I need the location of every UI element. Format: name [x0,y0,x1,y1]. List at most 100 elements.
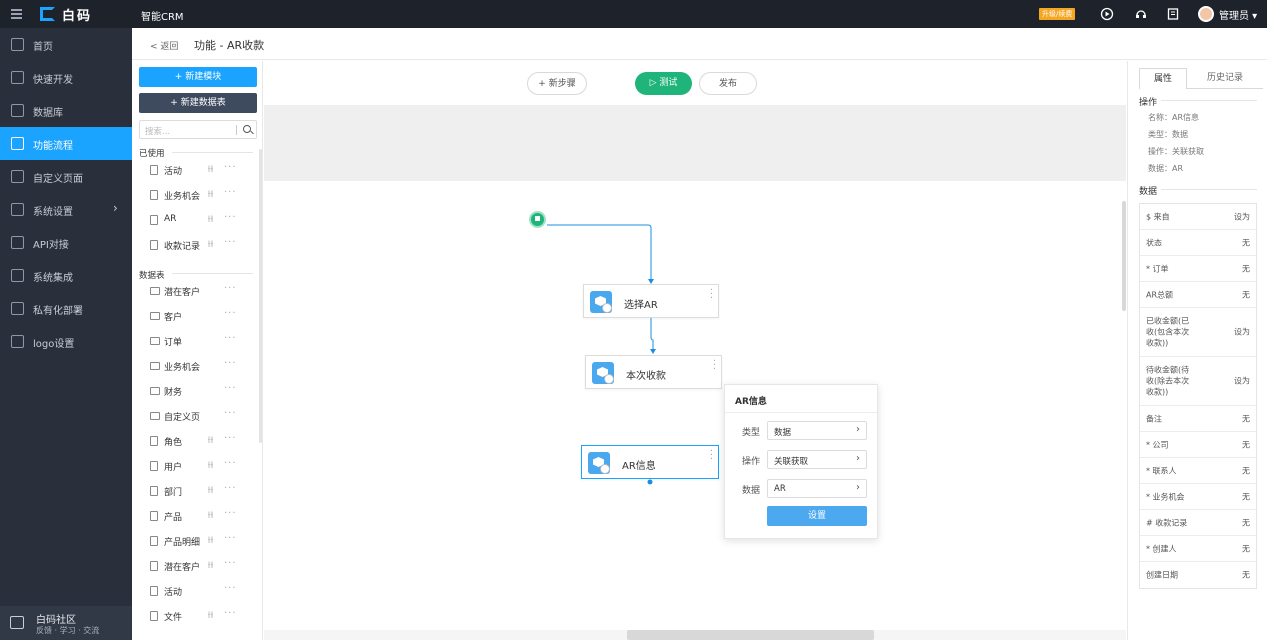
field-value[interactable]: 无 [1242,263,1250,274]
field-value[interactable]: 无 [1242,439,1250,450]
avatar[interactable] [1198,6,1214,22]
field-value[interactable]: 无 [1242,289,1250,300]
list-item[interactable]: AR ⫲⫲ ··· [150,211,255,229]
tune-icon[interactable]: ⫲⫲ [208,435,213,445]
more-icon[interactable]: ··· [224,358,237,369]
user-menu[interactable]: 管理员 ▾ [1198,6,1257,22]
field-value[interactable]: 无 [1242,413,1250,424]
table-row[interactable]: 已收金额(已收(包含本次收款)) 设为 [1140,308,1256,357]
table-row[interactable]: 创建日期 无 [1140,562,1256,588]
table-row[interactable]: 状态 无 [1140,230,1256,256]
flow-canvas[interactable]: + 新步骤 ▷ 测试 发布 选择AR · · · 本次收款 · · · AR信息 · · · [264,61,1126,640]
operation-select[interactable]: 关联获取 › [767,450,867,469]
tune-icon[interactable]: ⫲⫲ [208,214,213,224]
field-value[interactable]: 无 [1242,570,1250,581]
more-icon[interactable]: ··· [224,308,237,319]
type-select[interactable]: 数据 › [767,421,867,440]
table-row[interactable]: 备注 无 [1140,406,1256,432]
list-item[interactable]: 潜在客户 ⫲⫲ ··· [150,557,255,575]
tab-properties[interactable]: 属性 [1139,68,1187,89]
tab-history[interactable]: 历史记录 [1187,68,1263,89]
flow-node-select-ar[interactable]: 选择AR · · · [583,284,719,318]
more-icon[interactable]: ··· [224,558,237,569]
more-icon[interactable]: ··· [224,508,237,519]
data-select[interactable]: AR › [767,479,867,498]
search-input[interactable]: 搜索... [139,120,257,139]
list-item[interactable]: 业务机会 ⫲⫲ ··· [150,186,255,204]
more-icon[interactable]: ··· [224,283,237,294]
list-item[interactable]: 产品明细 ⫲⫲ ··· [150,532,255,550]
set-button[interactable]: 设置 [767,506,867,526]
table-row[interactable]: $ 来自 设为 [1140,204,1256,230]
list-item[interactable]: 业务机会 ··· [150,357,255,375]
sidebar-item-flow[interactable]: 功能流程 [0,127,132,160]
more-vertical-icon[interactable]: · · · [710,286,713,304]
tune-icon[interactable]: ⫲⫲ [208,485,213,495]
more-icon[interactable]: ··· [224,383,237,394]
sidebar-item-quick-dev[interactable]: 快速开发 [0,61,132,94]
sidebar-item-logo[interactable]: logo设置 [0,325,132,358]
list-item[interactable]: 订单 ··· [150,332,255,350]
table-row[interactable]: * 业务机会 无 [1140,484,1256,510]
menu-icon[interactable] [11,9,22,19]
tune-icon[interactable]: ⫲⫲ [208,560,213,570]
scrollbar[interactable] [259,149,262,443]
start-flag-icon[interactable] [529,211,546,228]
table-row[interactable]: * 公司 无 [1140,432,1256,458]
app-title[interactable]: 智能CRM [141,8,184,23]
scrollbar[interactable] [627,630,874,640]
sidebar-item-database[interactable]: 数据库 [0,94,132,127]
list-item[interactable]: 客户 ··· [150,307,255,325]
more-icon[interactable]: ··· [224,162,237,173]
more-icon[interactable]: ··· [224,583,237,594]
list-item[interactable]: 产品 ⫲⫲ ··· [150,507,255,525]
scrollbar[interactable] [1122,201,1126,311]
table-row[interactable]: 待收金额(待收(除去本次收款)) 设为 [1140,357,1256,406]
table-row[interactable]: * 订单 无 [1140,256,1256,282]
field-value[interactable]: 设为 [1234,327,1250,338]
sidebar-item-custom-page[interactable]: 自定义页面 [0,160,132,193]
table-row[interactable]: # 收款记录 无 [1140,510,1256,536]
table-row[interactable]: AR总额 无 [1140,282,1256,308]
search-icon[interactable] [243,125,251,133]
play-circle-icon[interactable] [1100,7,1114,21]
more-icon[interactable]: ··· [224,433,237,444]
field-value[interactable]: 无 [1242,237,1250,248]
list-item[interactable]: 收款记录 ⫲⫲ ··· [150,236,255,254]
tune-icon[interactable]: ⫲⫲ [208,460,213,470]
more-icon[interactable]: ··· [224,237,237,248]
list-item[interactable]: 活动 ⫲⫲ ··· [150,161,255,179]
sidebar-item-api[interactable]: API对接 [0,226,132,259]
list-item[interactable]: 文件 ⫲⫲ ··· [150,607,255,625]
list-item[interactable]: 财务 ··· [150,382,255,400]
list-item[interactable]: 潜在客户 ··· [150,282,255,300]
document-icon[interactable] [1166,7,1180,21]
upgrade-button[interactable]: 升级/续费 [1039,8,1076,20]
table-row[interactable]: * 创建人 无 [1140,536,1256,562]
tune-icon[interactable]: ⫲⫲ [208,510,213,520]
field-value[interactable]: 设为 [1234,211,1250,222]
new-module-button[interactable]: + 新建模块 [139,67,257,87]
field-value[interactable]: 设为 [1234,376,1250,387]
field-value[interactable]: 无 [1242,543,1250,554]
flow-node-ar-info[interactable]: AR信息 · · · [581,445,719,479]
new-table-button[interactable]: + 新建数据表 [139,93,257,113]
list-item[interactable]: 部门 ⫲⫲ ··· [150,482,255,500]
table-row[interactable]: * 联系人 无 [1140,458,1256,484]
more-icon[interactable]: ··· [224,483,237,494]
sidebar-item-home[interactable]: 首页 [0,28,132,61]
sidebar-item-settings[interactable]: 系统设置 › [0,193,132,226]
flow-node-current-payment[interactable]: 本次收款 · · · [585,355,722,389]
field-value[interactable]: 无 [1242,517,1250,528]
more-icon[interactable]: ··· [224,212,237,223]
more-icon[interactable]: ··· [224,458,237,469]
more-icon[interactable]: ··· [224,608,237,619]
list-item[interactable]: 活动 ··· [150,582,255,600]
more-icon[interactable]: ··· [224,187,237,198]
tune-icon[interactable]: ⫲⫲ [208,239,213,249]
tune-icon[interactable]: ⫲⫲ [208,610,213,620]
tune-icon[interactable]: ⫲⫲ [208,535,213,545]
list-item[interactable]: 角色 ⫲⫲ ··· [150,432,255,450]
more-vertical-icon[interactable]: · · · [713,357,716,375]
back-link[interactable]: < 返回 [150,39,178,52]
